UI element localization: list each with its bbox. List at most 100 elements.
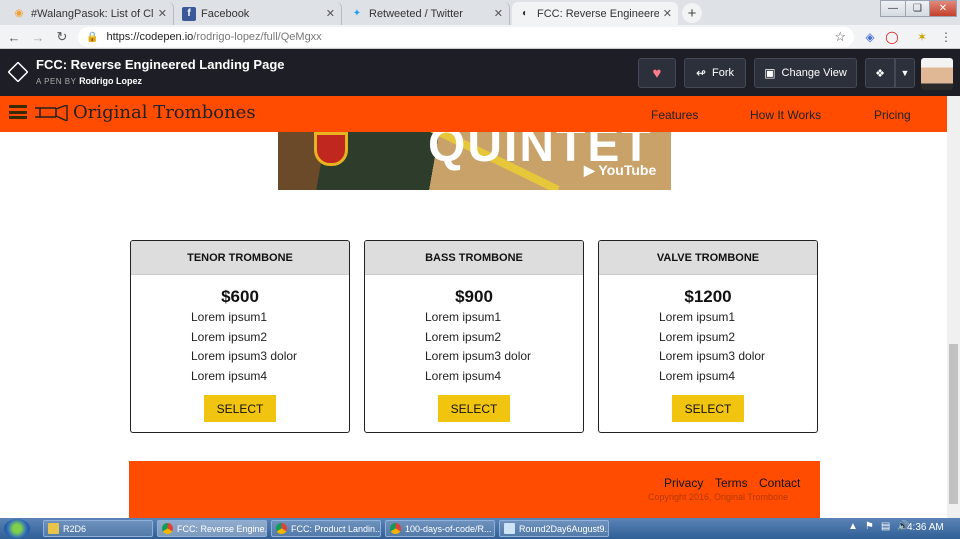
nav-link-how-it-works[interactable]: How It Works <box>750 108 821 122</box>
back-arrow-icon[interactable]: ← <box>6 29 22 45</box>
chevron-down-icon: ▼ <box>900 68 910 78</box>
start-button[interactable] <box>4 519 30 538</box>
plan-features: Lorem ipsum1 Lorem ipsum2 Lorem ipsum3 d… <box>425 308 583 386</box>
close-tab-icon[interactable]: ✕ <box>663 7 672 20</box>
browser-tab-strip: ◉ #WalangPasok: List of Class susp ✕ f F… <box>0 0 960 25</box>
address-bar[interactable]: 🔒 https://codepen.io/rodrigo-lopez/full/… <box>78 27 854 47</box>
tab-label: Retweeted / Twitter <box>369 7 463 20</box>
youtube-logo-icon[interactable]: ▶ YouTube <box>584 162 656 179</box>
pin-icon: ❖ <box>875 67 885 80</box>
taskbar-label: R2D6 <box>63 523 87 534</box>
close-window-button[interactable]: ✕ <box>929 0 957 17</box>
forward-arrow-icon[interactable]: → <box>30 29 46 45</box>
layout-icon: ▣ <box>764 66 776 80</box>
close-tab-icon[interactable]: ✕ <box>326 7 335 20</box>
avatar[interactable] <box>921 58 953 90</box>
site-brand[interactable]: Original Trombones <box>73 102 256 123</box>
close-tab-icon[interactable]: ✕ <box>494 7 503 20</box>
taskbar-item-chrome-1[interactable]: FCC: Reverse Engine... <box>157 520 267 537</box>
page-scrollbar[interactable] <box>947 96 960 518</box>
pricing-card-tenor: TENOR TROMBONE $600 Lorem ipsum1 Lorem i… <box>130 240 350 433</box>
fork-label: Fork <box>712 67 735 79</box>
new-tab-button[interactable]: + <box>682 3 702 23</box>
site-navbar: Original Trombones Features How It Works… <box>0 96 947 132</box>
twitter-icon: ✦ <box>352 8 362 19</box>
heart-button[interactable]: ♥ <box>638 58 676 88</box>
plan-feature: Lorem ipsum2 <box>191 329 268 344</box>
minimize-window-button[interactable]: — <box>880 0 906 17</box>
footer-link-privacy[interactable]: Privacy <box>664 476 703 490</box>
change-view-label: Change View <box>781 67 847 79</box>
folder-icon <box>48 523 59 534</box>
plan-features: Lorem ipsum1 Lorem ipsum2 Lorem ipsum3 d… <box>191 308 349 386</box>
plan-name: TENOR TROMBONE <box>131 241 349 275</box>
extension-shield-icon[interactable]: ◈ <box>862 29 878 45</box>
nav-link-pricing[interactable]: Pricing <box>874 108 911 122</box>
plan-feature: Lorem ipsum3 dolor <box>191 349 298 363</box>
flag-icon[interactable]: ⚑ <box>865 521 874 532</box>
restore-window-button[interactable]: ❏ <box>905 0 930 17</box>
taskbar-label: FCC: Product Landin... <box>291 523 381 534</box>
footer-link-contact[interactable]: Contact <box>759 476 800 490</box>
browser-tab-facebook[interactable]: f Facebook ✕ <box>176 2 342 25</box>
fork-icon: ↫ <box>695 66 707 80</box>
browser-tab-twitter[interactable]: ✦ Retweeted / Twitter ✕ <box>344 2 510 25</box>
bookmark-star-icon[interactable]: ☆ <box>834 29 846 45</box>
reload-icon[interactable]: ↻ <box>54 29 70 45</box>
pin-dropdown-button[interactable]: ▼ <box>895 58 915 88</box>
plan-price: $900 <box>455 287 493 306</box>
change-view-button[interactable]: ▣ Change View <box>754 58 857 88</box>
taskbar-label: 100-days-of-code/R... <box>405 523 492 534</box>
plan-feature: Lorem ipsum2 <box>659 329 736 344</box>
plan-feature: Lorem ipsum1 <box>425 310 502 324</box>
taskbar-clock[interactable]: 4:36 AM <box>907 522 944 533</box>
plan-name: BASS TROMBONE <box>365 241 583 275</box>
copyright-text: Copyright 2016, Original Trombone <box>648 492 789 502</box>
page-viewport: Original Trombones Features How It Works… <box>0 96 947 518</box>
close-tab-icon[interactable]: ✕ <box>158 7 167 20</box>
facebook-icon: f <box>182 6 196 21</box>
pricing-card-valve: VALVE TROMBONE $1200 Lorem ipsum1 Lorem … <box>598 240 818 433</box>
pin-button[interactable]: ❖ <box>865 58 895 88</box>
show-hidden-icons-icon[interactable]: ▲ <box>848 521 858 532</box>
plan-feature: Lorem ipsum3 dolor <box>425 349 532 363</box>
tab-label: FCC: Reverse Engineered Landing <box>537 7 659 20</box>
system-tray: ▲ ⚑ ▤ 🔊 <box>848 521 910 532</box>
lock-icon: 🔒 <box>86 31 99 43</box>
plan-feature: Lorem ipsum3 dolor <box>659 349 766 363</box>
nav-link-features[interactable]: Features <box>651 108 698 122</box>
codepen-header: FCC: Reverse Engineered Landing Page A P… <box>0 49 960 96</box>
taskbar-label: Round2Day6August9.... <box>519 523 609 534</box>
tab-label: Facebook <box>201 7 250 20</box>
plan-feature: Lorem ipsum4 <box>659 368 736 383</box>
plan-feature: Lorem ipsum1 <box>659 310 736 324</box>
opera-icon[interactable]: ◯ <box>884 29 900 45</box>
browser-tab-codepen[interactable]: ◐ FCC: Reverse Engineered Landing ✕ <box>512 2 678 25</box>
pen-author-line: A PEN BY Rodrigo Lopez <box>36 76 142 86</box>
play-icon: ▶ <box>584 162 595 178</box>
hamburger-menu-icon[interactable] <box>9 105 27 119</box>
scrollbar-thumb[interactable] <box>949 344 958 504</box>
extension-icon[interactable]: ✶ <box>914 29 930 45</box>
taskbar-item-notepad[interactable]: Round2Day6August9.... <box>499 520 609 537</box>
plan-name: VALVE TROMBONE <box>599 241 817 275</box>
site-footer: Privacy Terms Contact Copyright 2016, Or… <box>129 461 820 518</box>
pen-by-label: A PEN BY <box>36 77 77 86</box>
chrome-icon <box>162 523 173 534</box>
taskbar-item-chrome-2[interactable]: FCC: Product Landin... <box>271 520 381 537</box>
select-bass-button[interactable]: SELECT <box>438 395 510 422</box>
footer-link-terms[interactable]: Terms <box>715 476 748 490</box>
youtube-wordmark: YouTube <box>598 162 657 178</box>
select-tenor-button[interactable]: SELECT <box>204 395 276 422</box>
network-icon[interactable]: ▤ <box>881 521 890 532</box>
fork-button[interactable]: ↫ Fork <box>684 58 746 88</box>
select-valve-button[interactable]: SELECT <box>672 395 744 422</box>
embedded-video[interactable]: QUINTET ▶ YouTube <box>278 132 671 190</box>
plan-feature: Lorem ipsum2 <box>425 329 502 344</box>
codepen-logo-icon[interactable] <box>7 61 29 83</box>
taskbar-item-r2d6[interactable]: R2D6 <box>43 520 153 537</box>
menu-dots-icon[interactable]: ⋮ <box>938 29 954 45</box>
pen-author[interactable]: Rodrigo Lopez <box>79 76 142 86</box>
browser-tab-walangpasok[interactable]: ◉ #WalangPasok: List of Class susp ✕ <box>6 2 174 25</box>
taskbar-item-chrome-3[interactable]: 100-days-of-code/R... <box>385 520 495 537</box>
